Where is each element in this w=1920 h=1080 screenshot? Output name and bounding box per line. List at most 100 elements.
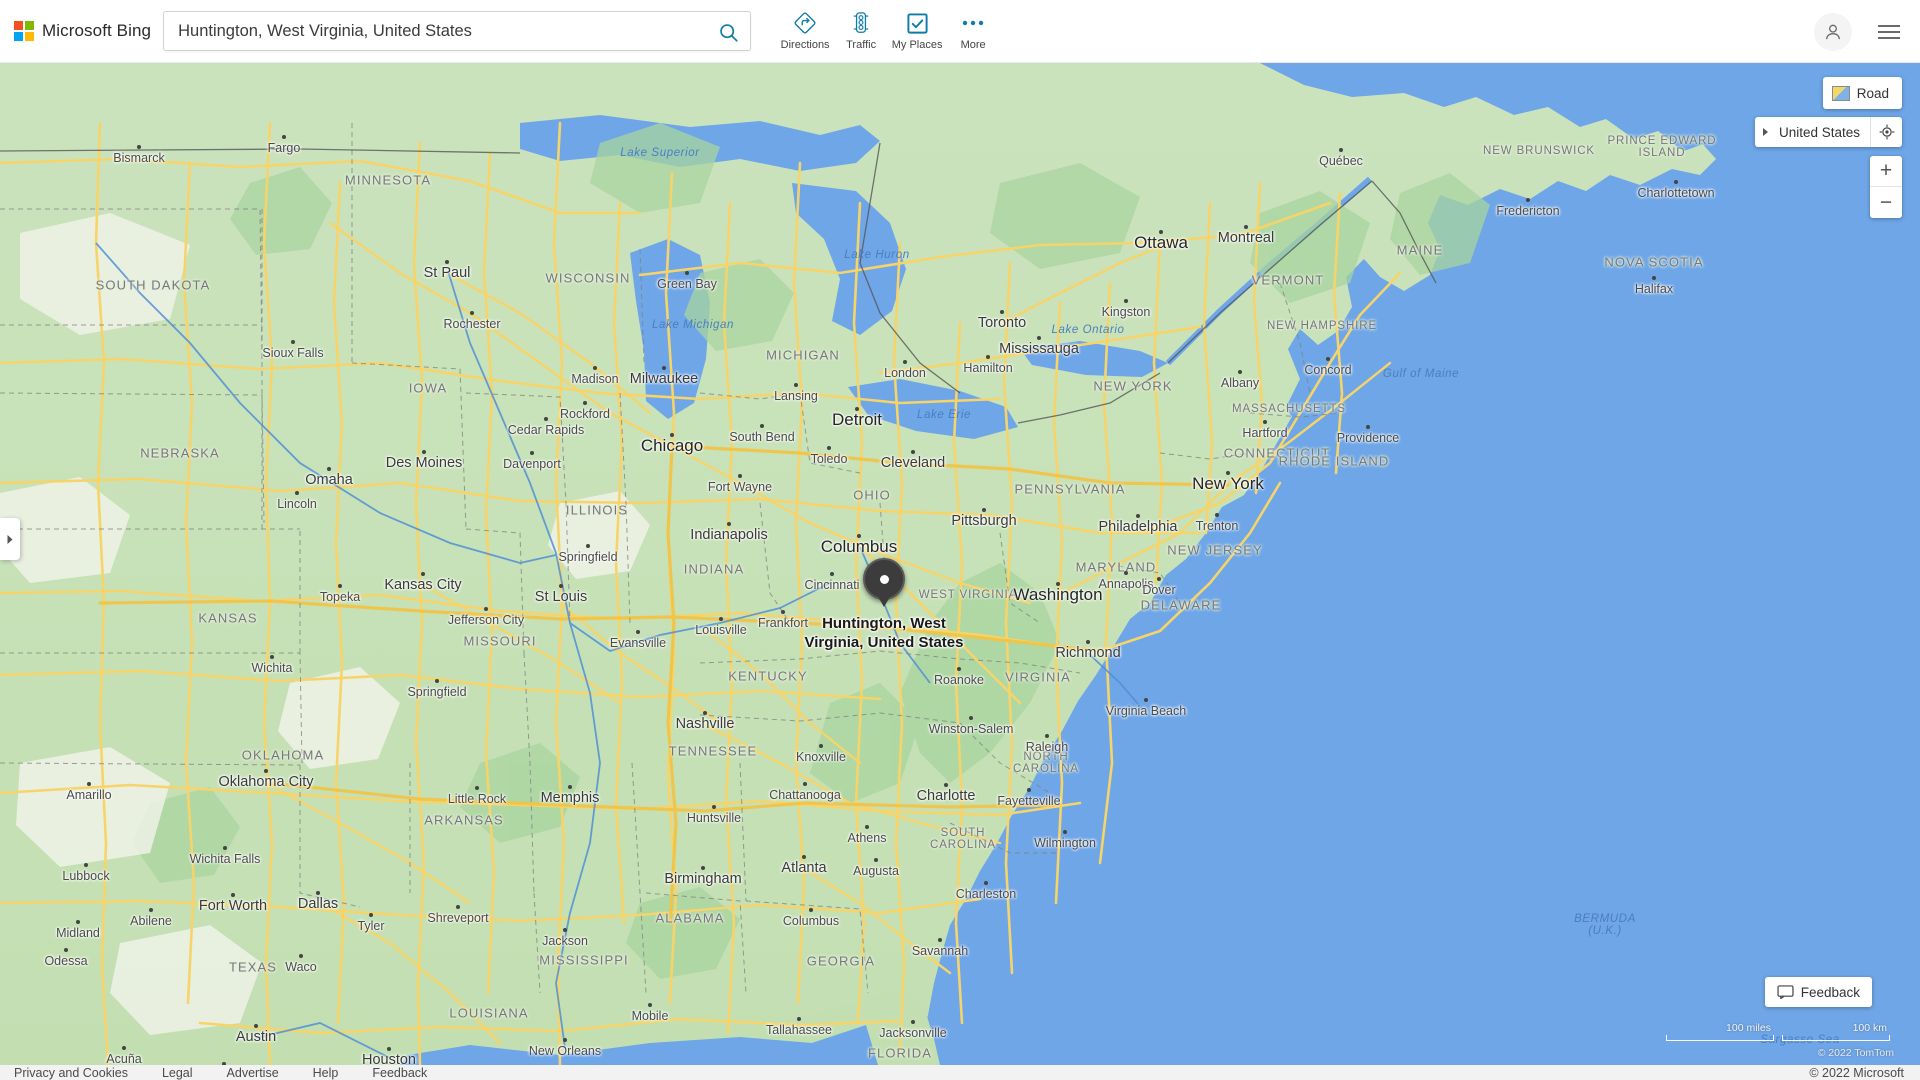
- map-city-dot: [701, 866, 705, 870]
- footer-link[interactable]: Legal: [162, 1066, 193, 1080]
- app-header: Microsoft Bing Directions: [0, 0, 1920, 63]
- bing-logo[interactable]: Microsoft Bing: [14, 11, 151, 51]
- map-city-dot: [484, 607, 488, 611]
- map-city-dot: [568, 785, 572, 789]
- map-city-dot: [1339, 148, 1343, 152]
- scale-km: 100 km: [1782, 1022, 1890, 1041]
- search-input[interactable]: [164, 12, 751, 50]
- tool-traffic-label: Traffic: [846, 39, 877, 51]
- footer-link[interactable]: Privacy and Cookies: [14, 1066, 128, 1080]
- tool-my-places-label: My Places: [891, 39, 943, 51]
- locate-me-button[interactable]: [1870, 117, 1902, 147]
- map-city-dot: [911, 1020, 915, 1024]
- footer-link[interactable]: Feedback: [372, 1066, 427, 1080]
- map-city-dot: [583, 401, 587, 405]
- search-box[interactable]: [163, 11, 752, 51]
- map-city-dot: [1056, 582, 1060, 586]
- map-city-dot: [819, 744, 823, 748]
- footer-link[interactable]: Help: [313, 1066, 339, 1080]
- country-label[interactable]: United States: [1777, 125, 1870, 140]
- map-city-dot: [530, 451, 534, 455]
- chevron-right-icon[interactable]: [1755, 127, 1777, 137]
- map-city-dot: [270, 655, 274, 659]
- tool-traffic[interactable]: Traffic: [833, 3, 889, 51]
- expand-side-panel-button[interactable]: [0, 518, 20, 560]
- map-city-dot: [685, 271, 689, 275]
- map-city-dot: [338, 584, 342, 588]
- directions-icon: [793, 10, 817, 36]
- map-city-dot: [421, 572, 425, 576]
- map-city-dot: [1159, 230, 1163, 234]
- tool-my-places[interactable]: My Places: [889, 3, 945, 51]
- map-city-dot: [760, 424, 764, 428]
- microsoft-logo-icon: [14, 21, 34, 41]
- map-city-dot: [122, 1046, 126, 1050]
- page-footer: Privacy and Cookies Legal Advertise Help Fee…: [0, 1065, 1920, 1080]
- map-city-dot: [855, 407, 859, 411]
- map-city-dot: [387, 1047, 391, 1051]
- map-city-dot: [911, 450, 915, 454]
- map-viewport[interactable]: South Dakota Minnesota Wisconsin Iowa Nebras…: [0, 63, 1920, 1065]
- map-city-dot: [475, 786, 479, 790]
- map-style-button[interactable]: Road: [1822, 77, 1902, 109]
- map-city-dot: [938, 938, 942, 942]
- map-city-dot: [1027, 788, 1031, 792]
- bing-logo-text: Microsoft Bing: [42, 21, 152, 40]
- map-city-dot: [137, 145, 141, 149]
- scale-km-label: 100 km: [1852, 1022, 1887, 1034]
- expand-panel-arrow: [7, 534, 13, 544]
- footer-link[interactable]: Advertise: [227, 1066, 279, 1080]
- map-city-dot: [264, 769, 268, 773]
- map-scale-bar: 100 miles 100 km: [1666, 1022, 1890, 1041]
- location-pin-icon[interactable]: [863, 558, 905, 600]
- map-city-dot: [797, 1017, 801, 1021]
- map-city-dot: [903, 360, 907, 364]
- map-city-dot: [969, 716, 973, 720]
- search-button[interactable]: [712, 16, 744, 48]
- map-city-dot: [865, 825, 869, 829]
- map-city-dot: [1263, 420, 1267, 424]
- map-city-dot: [1086, 640, 1090, 644]
- map-city-dot: [1063, 830, 1067, 834]
- map-city-dot: [670, 433, 674, 437]
- map-city-dot: [648, 1003, 652, 1007]
- tool-more[interactable]: More: [945, 3, 1001, 51]
- map-city-dot: [64, 948, 68, 952]
- map-city-dot: [295, 491, 299, 495]
- pin-label-line1: Huntington, West: [822, 615, 946, 632]
- map-city-dot: [719, 617, 723, 621]
- pin-label-line2: Virginia, United States: [804, 634, 964, 651]
- map-city-dot: [874, 858, 878, 862]
- hamburger-menu-button[interactable]: [1872, 15, 1906, 49]
- map-city-dot: [830, 572, 834, 576]
- zoom-out-button[interactable]: −: [1870, 187, 1902, 218]
- map-feedback-button[interactable]: Feedback: [1764, 977, 1872, 1007]
- map-attribution: © 2022 TomTom: [1817, 1047, 1894, 1059]
- map-city-dot: [1124, 299, 1128, 303]
- map-city-dot: [1124, 571, 1128, 575]
- map-city-dot: [84, 863, 88, 867]
- zoom-in-button[interactable]: +: [1870, 156, 1902, 187]
- pin-center-dot: [879, 574, 889, 584]
- map-city-dot: [586, 544, 590, 548]
- map-city-dot: [1045, 734, 1049, 738]
- country-selector[interactable]: United States: [1754, 117, 1902, 147]
- map-city-dot: [470, 311, 474, 315]
- map-city-dot: [1326, 357, 1330, 361]
- account-person-icon: [1826, 24, 1840, 39]
- traffic-light-icon: [850, 10, 872, 36]
- map-city-dot: [738, 474, 742, 478]
- map-city-dot: [802, 855, 806, 859]
- account-button[interactable]: [1814, 12, 1852, 51]
- map-city-dot: [445, 260, 449, 264]
- locate-crosshair-icon: [1879, 124, 1894, 140]
- map-city-dot: [1037, 336, 1041, 340]
- map-city-dot: [593, 366, 597, 370]
- map-city-dot: [544, 417, 548, 421]
- tool-directions[interactable]: Directions: [777, 3, 833, 51]
- map-city-dot: [703, 711, 707, 715]
- map-city-dot: [857, 534, 861, 538]
- map-city-dot: [1244, 225, 1248, 229]
- map-city-dot: [957, 667, 961, 671]
- map-city-dot: [984, 881, 988, 885]
